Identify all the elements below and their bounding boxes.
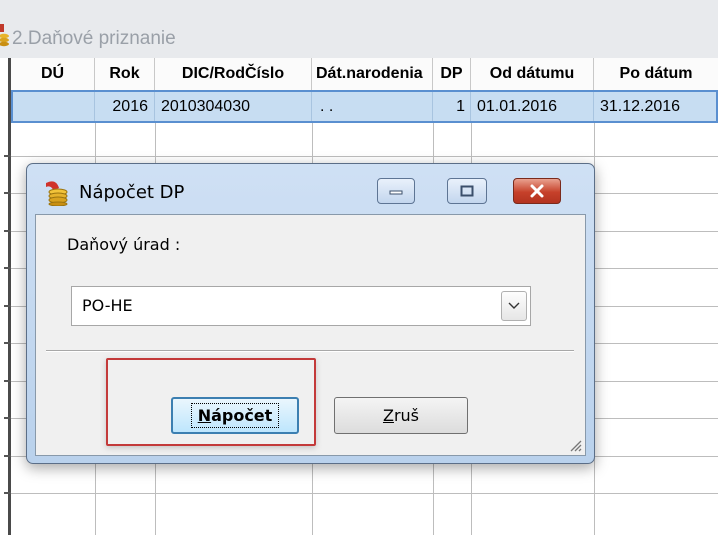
table-row-selected[interactable]: 2016 2010304030 . . 1 01.01.2016 31.12.2…	[11, 90, 718, 123]
cell-po-datum: 31.12.2016	[600, 98, 681, 115]
row-tick	[4, 455, 11, 457]
column-header-dat-narodenia[interactable]: Dát.narodenia	[312, 58, 433, 90]
row-tick	[4, 267, 11, 269]
column-header-od-datumu[interactable]: Od dátumu	[471, 58, 594, 90]
cell-du	[13, 92, 95, 121]
grid-line	[11, 156, 718, 157]
minimize-button[interactable]	[377, 178, 415, 204]
maximize-button[interactable]	[447, 178, 487, 204]
highlight-box	[106, 358, 316, 446]
row-tick	[4, 492, 11, 494]
cell-od-datumu: 01.01.2016	[471, 92, 594, 121]
row-tick	[4, 230, 11, 232]
close-button[interactable]	[513, 178, 561, 204]
row-tick	[4, 417, 11, 419]
maximize-icon	[460, 185, 474, 197]
grid-header-row: DÚ Rok DIC/RodČíslo Dát.narodenia DP Od …	[11, 58, 718, 91]
row-tick	[4, 155, 11, 157]
tax-office-select[interactable]: PO-HE	[71, 286, 531, 326]
row-tick	[4, 380, 11, 382]
background-window-title: 2.Daňové priznanie	[12, 28, 176, 49]
zrus-button[interactable]: Zruš	[334, 397, 468, 434]
column-header-rok[interactable]: Rok	[95, 58, 155, 90]
cell-rok: 2016	[95, 92, 155, 121]
zrus-button-label: Zruš	[382, 406, 420, 425]
close-icon	[530, 184, 544, 198]
tax-office-value: PO-HE	[82, 296, 133, 315]
dialog-title: Nápočet DP	[79, 182, 185, 203]
column-header-dic[interactable]: DIC/RodČíslo	[155, 58, 312, 90]
cell-dic: 2010304030	[155, 92, 312, 121]
database-icon	[0, 24, 9, 47]
grid-line	[11, 493, 718, 494]
database-icon	[46, 181, 68, 206]
cell-dp: 1	[433, 92, 471, 121]
dropdown-button[interactable]	[501, 291, 527, 321]
column-header-dp[interactable]: DP	[433, 58, 471, 90]
chevron-down-icon	[508, 302, 520, 309]
column-header-du[interactable]: DÚ	[11, 58, 95, 90]
grid-row-indicator-bar	[8, 58, 11, 535]
tax-office-label: Daňový úrad :	[67, 235, 181, 254]
minimize-icon	[389, 190, 403, 195]
row-tick	[4, 305, 11, 307]
divider	[46, 350, 574, 352]
resize-grip-icon[interactable]	[568, 438, 582, 452]
row-tick	[4, 192, 11, 194]
row-tick	[4, 342, 11, 344]
cell-dat-narodenia: . .	[312, 92, 433, 121]
column-header-po-datum[interactable]: Po dátum	[594, 58, 718, 90]
